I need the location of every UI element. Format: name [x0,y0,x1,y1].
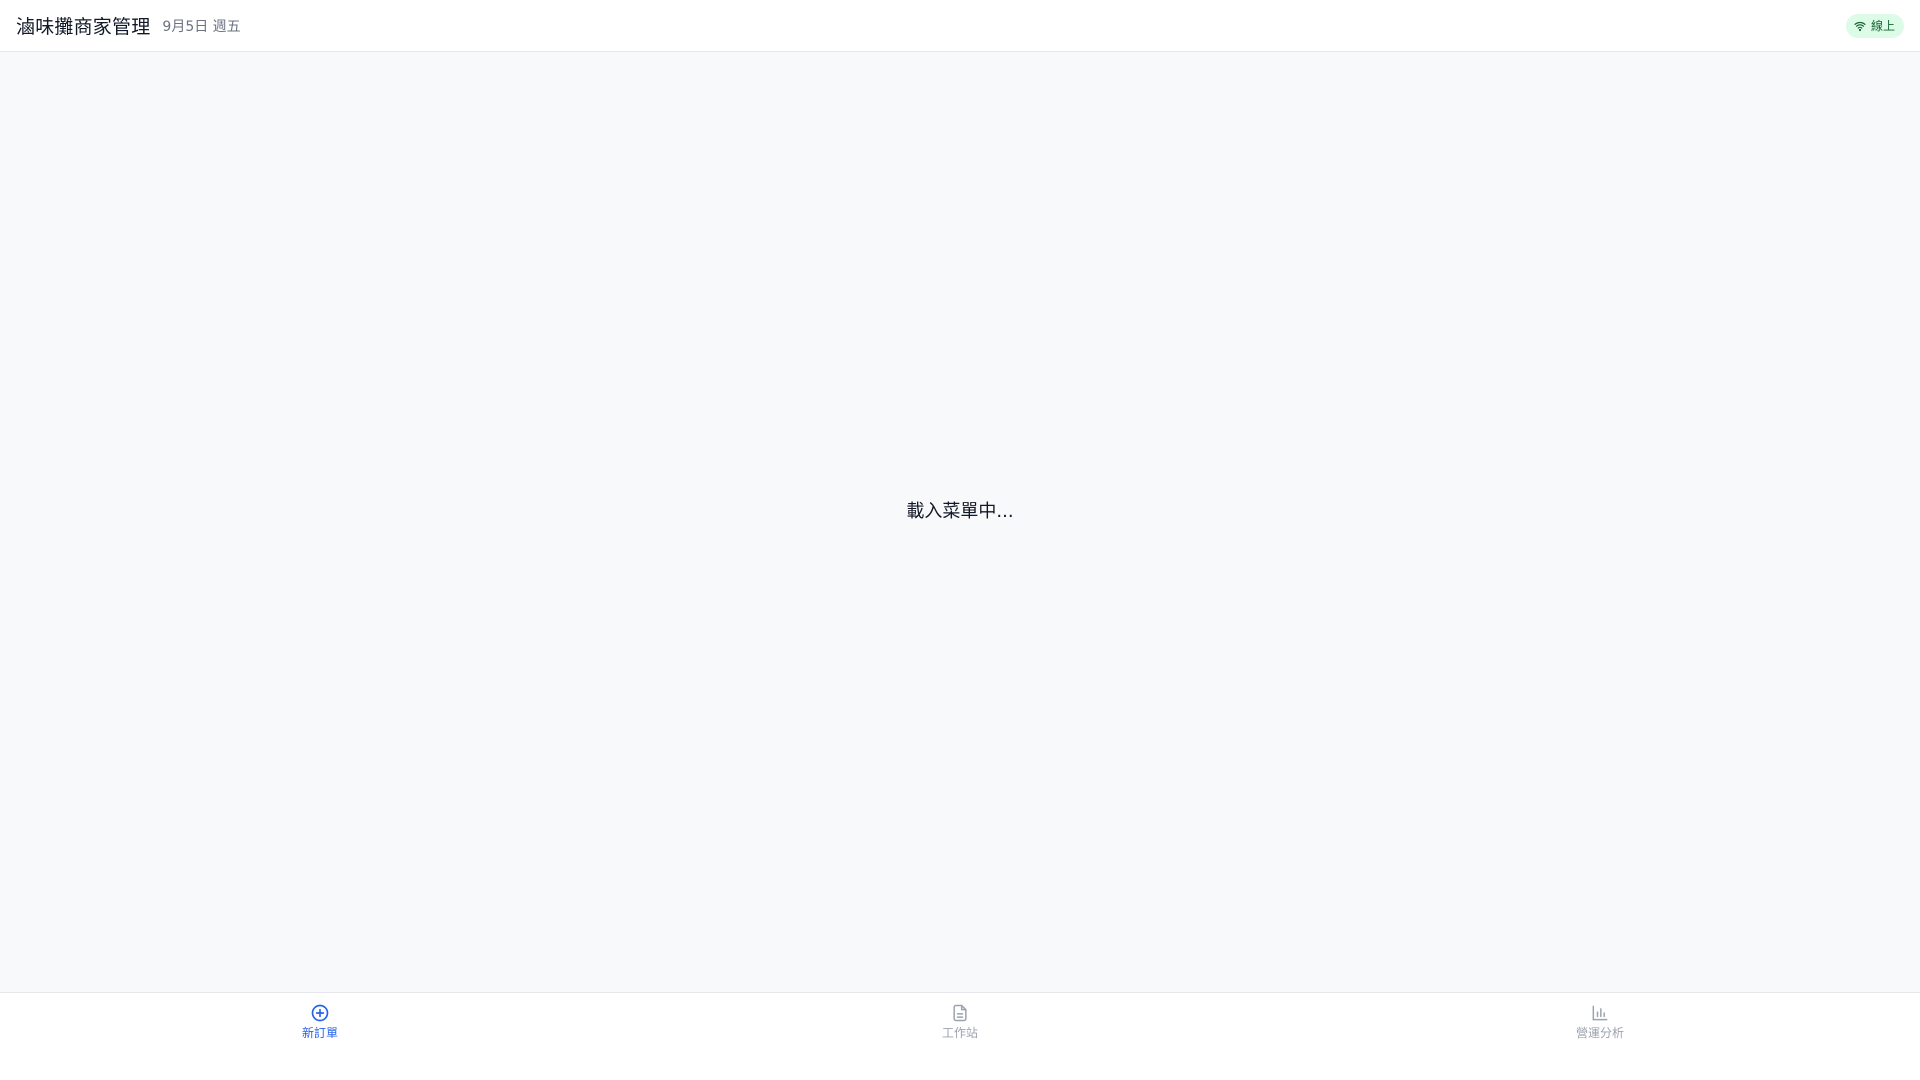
bottom-nav: 新訂單 工作站 營運分析 [0,992,1920,1051]
nav-label-new-order: 新訂單 [301,1026,338,1040]
nav-item-workstation[interactable]: 工作站 [640,993,1280,1051]
plus-circle-icon [310,1003,330,1023]
nav-item-new-order[interactable]: 新訂單 [0,993,640,1051]
wifi-icon [1854,20,1866,32]
main-content: 載入菜單中... [0,52,1920,992]
app-root: 滷味攤商家管理 9月5日 週五 線上 載入菜單中... 新訂單 工作站 營運分析 [0,0,1920,1080]
status-badge: 線上 [1845,13,1904,38]
nav-label-workstation: 工作站 [941,1026,978,1040]
document-icon [950,1003,970,1023]
nav-item-analytics[interactable]: 營運分析 [1280,993,1920,1051]
nav-label-analytics: 營運分析 [1575,1026,1624,1040]
app-title: 滷味攤商家管理 [16,16,151,38]
status-label: 線上 [1870,19,1895,33]
loading-text: 載入菜單中... [906,501,1014,522]
bar-chart-icon [1590,1003,1610,1023]
bottom-safe-area [0,1051,1920,1080]
date-text: 9月5日 週五 [162,18,241,35]
top-bar: 滷味攤商家管理 9月5日 週五 線上 [0,0,1920,52]
